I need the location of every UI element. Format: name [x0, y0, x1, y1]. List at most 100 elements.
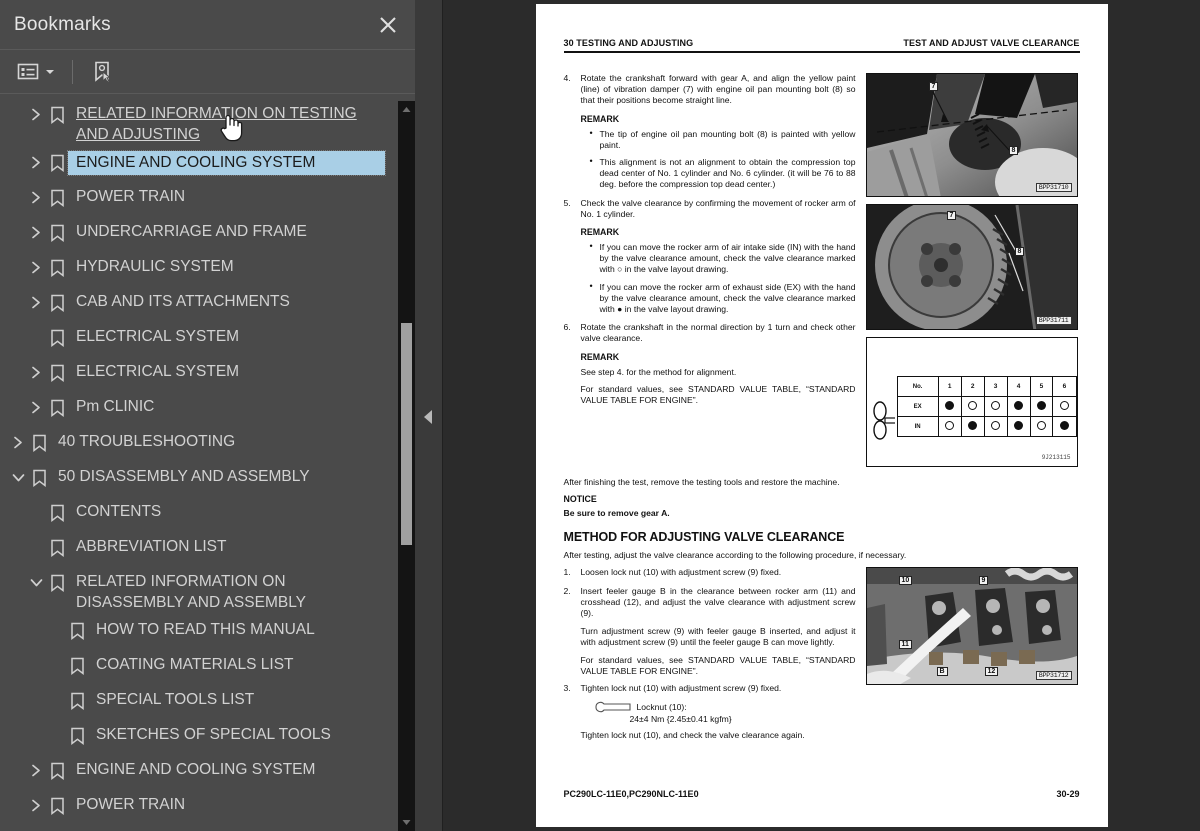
bookmark-item[interactable]: CONTENTS [0, 498, 415, 533]
bookmark-item[interactable]: HYDRAULIC SYSTEM [0, 253, 415, 288]
vibration-damper-photo: 7 8 BPP31710 [865, 73, 1078, 197]
pdf-reader-window: Bookmarks RELATED INFORMATION ON TESTING… [0, 0, 1200, 831]
bookmark-item[interactable]: ELECTRICAL SYSTEM [0, 358, 415, 393]
step-text: Insert feeler gauge B in the clearance b… [580, 585, 856, 619]
bookmarks-tree[interactable]: RELATED INFORMATION ON TESTING AND ADJUS… [0, 94, 415, 831]
bookmark-item-label: CAB AND ITS ATTACHMENTS [76, 293, 290, 310]
table-header-cell: 4 [1006, 376, 1031, 397]
chevron-down-icon[interactable] [45, 63, 55, 81]
chevron-right-icon[interactable] [26, 257, 46, 278]
after-test-text: After finishing the test, remove the tes… [563, 477, 840, 487]
twisty-placeholder [46, 655, 66, 676]
twisty-placeholder [46, 725, 66, 746]
bookmark-item[interactable]: ENGINE AND COOLING SYSTEM [0, 148, 415, 183]
list-options-icon[interactable] [14, 59, 58, 85]
new-bookmark-icon[interactable] [87, 57, 117, 87]
bookmark-icon [66, 690, 88, 711]
list-item: If you can move the rocker arm of air in… [590, 241, 856, 276]
callout-B: B [936, 667, 948, 677]
valve-mark-open [983, 416, 1008, 437]
bookmark-item[interactable]: 40 TROUBLESHOOTING [0, 428, 415, 463]
table-header-cell: 3 [983, 376, 1008, 397]
remark-bullets-2: If you can move the rocker arm of air in… [564, 241, 856, 315]
bookmark-icon [46, 397, 68, 418]
table-header-cell: 5 [1029, 376, 1054, 397]
scrollbar-thumb[interactable] [401, 323, 412, 545]
bookmark-item[interactable]: UNDERCARRIAGE AND FRAME [0, 218, 415, 253]
bookmark-item[interactable]: COATING MATERIALS LIST [0, 651, 415, 686]
valve-mark-open [960, 396, 985, 417]
chevron-right-icon[interactable] [26, 362, 46, 383]
bookmark-item[interactable]: RELATED INFORMATION ON DISASSEMBLY AND A… [0, 568, 415, 616]
page-footer: PC290LC-11E0,PC290NLC-11E0 30-29 [564, 789, 1080, 799]
bookmark-icon [28, 467, 50, 488]
callout-10: 10 [898, 576, 913, 586]
bookmark-item[interactable]: SPECIAL TOOLS LIST [0, 686, 415, 721]
collapse-left-triangle-icon[interactable] [419, 396, 439, 438]
chevron-right-icon[interactable] [26, 152, 46, 173]
bookmark-item[interactable]: POWER TRAIN [0, 791, 415, 826]
method-step-2: 2. Insert feeler gauge B in the clearanc… [564, 586, 856, 620]
chevron-down-icon[interactable] [26, 572, 46, 593]
chevron-down-icon[interactable] [8, 467, 28, 488]
bookmark-icon [66, 655, 88, 676]
twisty-placeholder [46, 620, 66, 641]
step-text: Rotate the crankshaft forward with gear … [580, 73, 856, 106]
bookmark-icon [46, 222, 68, 243]
panel-title: Bookmarks [14, 13, 111, 35]
bookmark-icon [46, 257, 68, 278]
chevron-right-icon[interactable] [26, 760, 46, 781]
bookmark-item-label: POWER TRAIN [76, 796, 186, 813]
valve-mark-open [1052, 396, 1077, 417]
toolbar-separator [72, 59, 73, 84]
chevron-right-icon[interactable] [26, 222, 46, 243]
bookmark-item[interactable]: HOW TO READ THIS MANUAL [0, 616, 415, 651]
bookmark-item[interactable]: RELATED INFORMATION ON TESTING AND ADJUS… [0, 100, 415, 148]
chevron-right-icon[interactable] [26, 397, 46, 418]
step-4: 4. Rotate the crankshaft forward with ge… [564, 73, 856, 107]
bookmark-item[interactable]: ELECTRICAL SYSTEM [0, 323, 415, 358]
crankshaft-symbol-icon [872, 401, 895, 440]
method-figure-column: 10 9 11 B 12 BPP31712 [865, 567, 1078, 747]
remark-label-2: REMARK [580, 227, 620, 238]
valve-mark-filled [1006, 396, 1031, 417]
bookmark-item-label: ELECTRICAL SYSTEM [76, 363, 240, 380]
bookmarks-scrollbar[interactable] [398, 101, 415, 831]
bookmark-icon [46, 572, 68, 593]
bookmark-item[interactable]: ENGINE AND COOLING SYSTEM [0, 756, 415, 791]
bookmark-item-label: 50 DISASSEMBLY AND ASSEMBLY [58, 468, 310, 485]
notice-label: NOTICE [563, 494, 597, 505]
bookmark-item[interactable]: POWER TRAIN [0, 183, 415, 218]
twisty-placeholder [46, 690, 66, 711]
bookmark-item[interactable]: Pm CLINIC [0, 393, 415, 428]
bookmarks-panel-header: Bookmarks [0, 0, 415, 50]
figure-code: 9J213115 [1041, 454, 1071, 461]
bookmark-item[interactable]: 50 DISASSEMBLY AND ASSEMBLY [0, 463, 415, 498]
valve-mark-filled [1029, 396, 1054, 417]
chevron-right-icon[interactable] [26, 104, 46, 125]
bookmark-item[interactable]: SKETCHES OF SPECIAL TOOLS [0, 721, 415, 756]
step-text: Tighten lock nut (10) with adjustment sc… [580, 683, 782, 694]
method-text-column: 1. Loosen lock nut (10) with adjustment … [564, 567, 856, 747]
close-icon[interactable] [375, 12, 401, 38]
scroll-up-arrow-icon[interactable] [398, 101, 415, 118]
torque-spec-row: Locknut (10): [594, 701, 856, 713]
step-text: Check the valve clearance by confirming … [580, 197, 856, 219]
step-text: Rotate the crankshaft in the normal dire… [580, 322, 856, 344]
chevron-right-icon[interactable] [26, 292, 46, 313]
bookmark-item[interactable]: CAB AND ITS ATTACHMENTS [0, 288, 415, 323]
header-rule [563, 51, 1080, 53]
callout-8: 8 [1008, 146, 1019, 155]
document-viewer[interactable]: 30 TESTING AND ADJUSTING TEST AND ADJUST… [443, 0, 1200, 831]
chevron-right-icon[interactable] [26, 187, 46, 208]
method-step-3: 3. Tighten lock nut (10) with adjustment… [564, 683, 856, 694]
scroll-down-arrow-icon[interactable] [398, 814, 415, 831]
figure-column: 7 8 BPP31710 7 8 BPP31711 No. 1 2 3 4 5 … [865, 73, 1078, 473]
step-number: 6. [563, 322, 571, 333]
valve-mark-filled [937, 396, 962, 417]
remark-bullets-1: The tip of engine oil pan mounting bolt … [564, 128, 856, 191]
chevron-right-icon[interactable] [8, 432, 28, 453]
bookmark-item[interactable]: ABBREVIATION LIST [0, 533, 415, 568]
chevron-right-icon[interactable] [26, 795, 46, 816]
panel-divider[interactable] [415, 0, 443, 831]
